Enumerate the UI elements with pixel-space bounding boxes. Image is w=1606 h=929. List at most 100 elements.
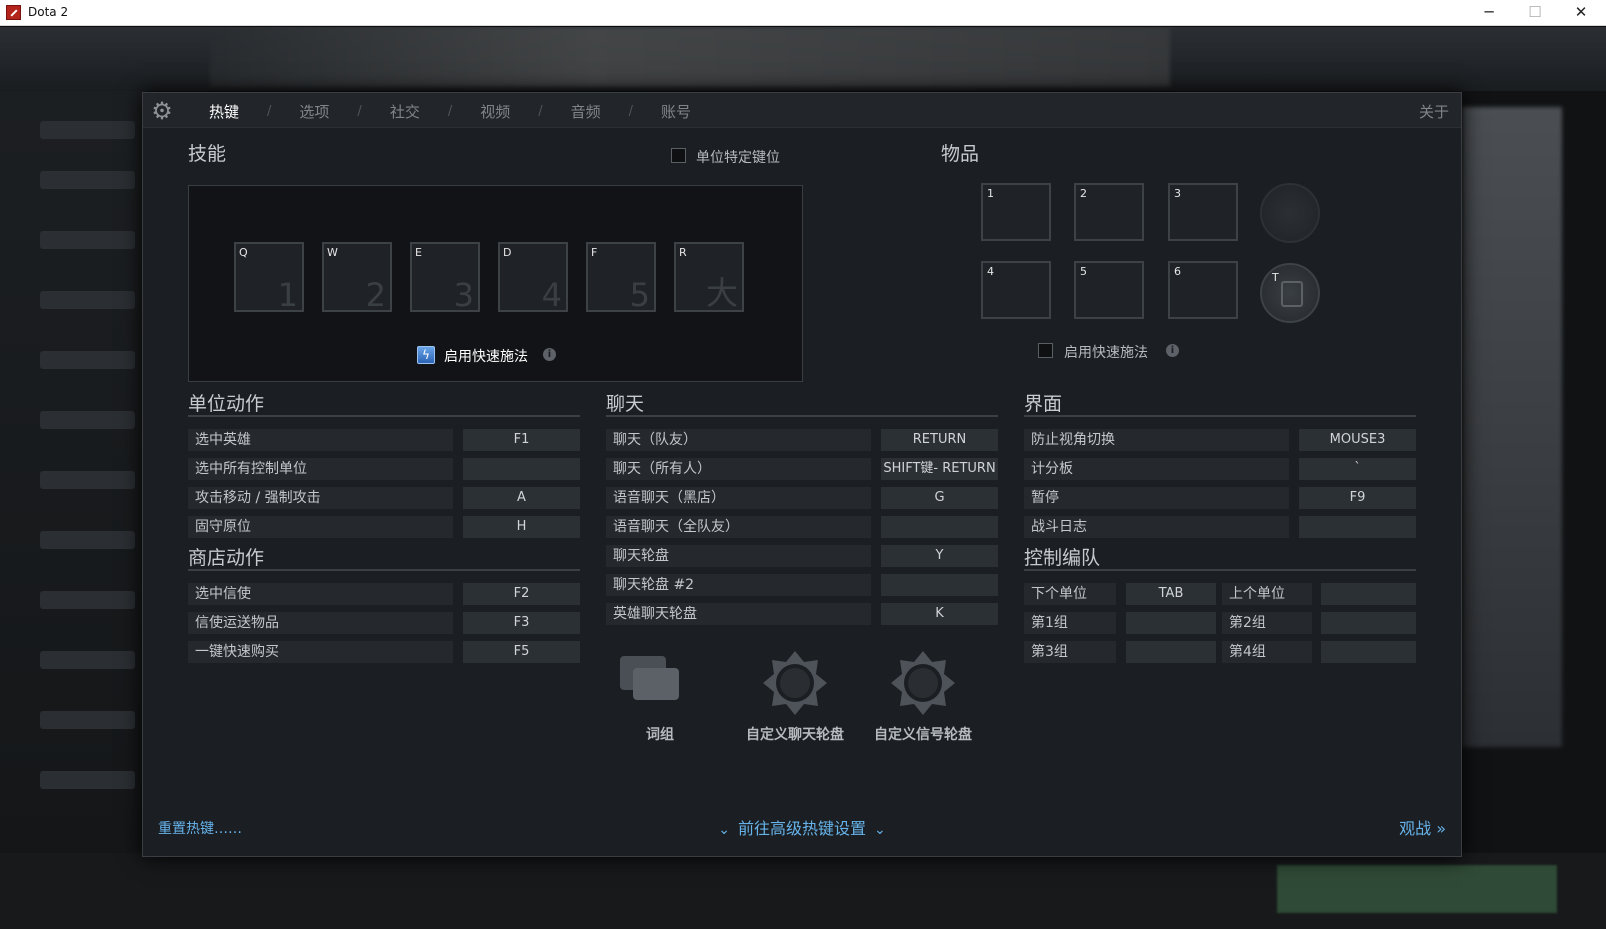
tab-separator: / [538, 104, 543, 119]
hotkey-binding[interactable] [1321, 612, 1416, 634]
hotkey-binding[interactable] [881, 516, 998, 538]
hotkey-binding[interactable]: F1 [463, 429, 580, 451]
item-slot-3[interactable]: 3 [1168, 183, 1238, 241]
control-group-row: 下个单位 TAB 上个单位 [1024, 583, 1416, 605]
skill-key-letter: Q [239, 246, 248, 259]
hotkey-binding[interactable] [1299, 516, 1416, 538]
hotkey-binding[interactable] [1126, 612, 1216, 634]
hotkey-row: 语音聊天（全队友） [606, 516, 998, 538]
item-slot-2[interactable]: 2 [1074, 183, 1144, 241]
chat-title: 聊天 [606, 393, 645, 415]
hotkey-row: 信使运送物品 F3 [188, 612, 580, 634]
hotkey-binding[interactable] [1126, 641, 1216, 663]
custom-chat-wheel-button[interactable]: 自定义聊天轮盘 [733, 645, 857, 745]
hotkey-label: 语音聊天（全队友） [606, 516, 871, 538]
hotkey-binding[interactable]: RETURN [881, 429, 998, 451]
unit-specific-checkbox[interactable] [671, 148, 686, 163]
hotkey-row: 聊天（队友） RETURN [606, 429, 998, 451]
section-divider [606, 415, 998, 417]
tab-audio[interactable]: 音频 [565, 101, 607, 122]
hotkey-label: 聊天（队友） [606, 429, 871, 451]
item-slot-1[interactable]: 1 [981, 183, 1051, 241]
advanced-hotkeys-link[interactable]: ⌄ 前往高级热键设置 ⌄ [143, 815, 1461, 839]
skill-key-f[interactable]: F5 [586, 242, 656, 314]
hotkey-label: 固守原位 [188, 516, 453, 538]
tab-social[interactable]: 社交 [384, 101, 426, 122]
spectate-link[interactable]: 观战 » [1399, 815, 1446, 839]
hotkey-binding[interactable] [1321, 641, 1416, 663]
maximize-button[interactable]: ☐ [1512, 0, 1558, 26]
info-icon[interactable]: i [1166, 344, 1179, 357]
window-titlebar: Dota 2 ─ ☐ ✕ [0, 0, 1606, 26]
tp-scroll-slot[interactable]: T [1260, 263, 1320, 323]
gear-icon[interactable]: ⚙ [149, 98, 175, 124]
quickcast-lightning-icon[interactable]: ϟ [417, 346, 435, 364]
item-slot-key: 1 [987, 187, 994, 200]
neutral-item-slot[interactable] [1260, 183, 1320, 243]
about-link[interactable]: 关于 [1419, 101, 1449, 122]
hotkey-binding[interactable]: F3 [463, 612, 580, 634]
item-slot-key: 6 [1174, 265, 1181, 278]
hotkey-row: 暂停 F9 [1024, 487, 1416, 509]
hotkey-binding[interactable]: G [881, 487, 998, 509]
item-slot-6[interactable]: 6 [1168, 261, 1238, 319]
hotkey-row: 聊天（所有人） SHIFT键- RETURN [606, 458, 998, 480]
skill-key-e[interactable]: E3 [410, 242, 480, 314]
hotkey-row: 选中所有控制单位 [188, 458, 580, 480]
hotkey-binding[interactable]: ` [1299, 458, 1416, 480]
skill-key-w[interactable]: W2 [322, 242, 392, 314]
hotkey-label: 攻击移动 / 强制攻击 [188, 487, 453, 509]
tab-separator: / [267, 104, 272, 119]
hotkey-label: 一键快速购买 [188, 641, 453, 663]
dota-app-icon [6, 5, 21, 20]
chat-wheel-icon [763, 651, 827, 715]
custom-ping-wheel-button[interactable]: 自定义信号轮盘 [861, 645, 985, 745]
ping-wheel-icon [891, 651, 955, 715]
skill-slot-number: 5 [629, 276, 650, 314]
hotkey-row: 聊天轮盘 Y [606, 545, 998, 567]
phrases-button[interactable]: 词组 [615, 648, 705, 748]
skill-key-letter: F [591, 246, 598, 259]
skill-key-d[interactable]: D4 [498, 242, 568, 314]
hotkey-binding[interactable]: K [881, 603, 998, 625]
hotkey-binding[interactable]: SHIFT键- RETURN [881, 458, 998, 480]
items-quickcast-checkbox[interactable] [1038, 343, 1053, 358]
control-groups-title: 控制编队 [1024, 547, 1101, 569]
item-slot-key: 4 [987, 265, 994, 278]
tab-hotkeys[interactable]: 热键 [203, 101, 245, 122]
hotkey-binding[interactable]: Y [881, 545, 998, 567]
hotkey-binding[interactable]: MOUSE3 [1299, 429, 1416, 451]
skill-slot-number: 2 [365, 276, 386, 314]
item-slot-5[interactable]: 5 [1074, 261, 1144, 319]
tab-options[interactable]: 选项 [293, 101, 335, 122]
hotkey-binding[interactable]: H [463, 516, 580, 538]
hotkey-label: 第1组 [1024, 612, 1116, 634]
section-divider [188, 415, 580, 417]
skill-key-q[interactable]: Q1 [234, 242, 304, 314]
hotkey-binding[interactable]: A [463, 487, 580, 509]
skill-slot-number: 4 [541, 276, 562, 314]
hotkey-row: 战斗日志 [1024, 516, 1416, 538]
tab-video[interactable]: 视频 [474, 101, 516, 122]
tab-separator: / [628, 104, 634, 119]
skill-key-r[interactable]: R大 [674, 242, 744, 312]
minimize-button[interactable]: ─ [1466, 0, 1512, 26]
background-left-sidebar [0, 91, 145, 881]
item-slot-4[interactable]: 4 [981, 261, 1051, 319]
advanced-hotkeys-label: 前往高级热键设置 [737, 819, 866, 838]
custom-ping-wheel-label: 自定义信号轮盘 [874, 727, 972, 743]
hotkey-binding[interactable] [881, 574, 998, 596]
hotkey-binding[interactable]: F5 [463, 641, 580, 663]
hotkey-binding[interactable]: F9 [1299, 487, 1416, 509]
hotkey-binding[interactable]: F2 [463, 583, 580, 605]
hotkey-row: 固守原位 H [188, 516, 580, 538]
hotkey-binding[interactable] [463, 458, 580, 480]
shop-actions-title: 商店动作 [188, 547, 265, 569]
hotkey-binding[interactable] [1321, 583, 1416, 605]
info-icon[interactable]: i [543, 348, 556, 361]
hotkey-row: 一键快速购买 F5 [188, 641, 580, 663]
close-button[interactable]: ✕ [1558, 0, 1604, 26]
hotkey-binding[interactable]: TAB [1126, 583, 1216, 605]
tab-account[interactable]: 账号 [655, 101, 697, 122]
section-divider [188, 569, 580, 571]
